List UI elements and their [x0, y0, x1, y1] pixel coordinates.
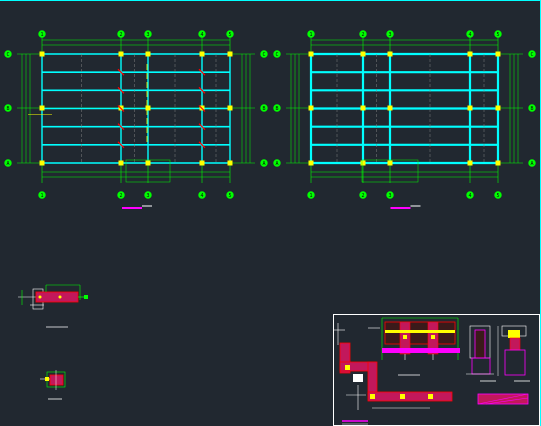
axis-label: 3	[388, 32, 391, 38]
column-icon	[308, 51, 314, 57]
axis-bubble-icon: 1	[38, 191, 46, 199]
axis-label: B	[530, 106, 533, 112]
axis-bubble-icon: 4	[466, 191, 474, 199]
axis-label: 4	[468, 32, 471, 38]
axis-label: B	[6, 106, 9, 112]
axis-label: C	[6, 52, 9, 58]
axis-label: B	[262, 106, 265, 112]
column-icon	[118, 160, 124, 166]
axis-label: 3	[146, 32, 149, 38]
column-icon	[308, 160, 314, 166]
axis-label: 3	[388, 193, 391, 199]
axis-bubble-icon: 4	[198, 30, 206, 38]
axis-bubble-icon: 5	[226, 30, 234, 38]
axis-bubble-icon: A	[528, 159, 536, 167]
axis-bubble-icon: 5	[226, 191, 234, 199]
axis-label: A	[6, 161, 9, 167]
column-icon	[39, 160, 45, 166]
column-icon	[308, 105, 314, 111]
axis-bubble-icon: C	[4, 50, 12, 58]
axis-bubble-icon: 3	[386, 30, 394, 38]
axis-bubble-icon: 1	[307, 30, 315, 38]
axis-bubble-icon: B	[273, 104, 281, 112]
axis-label: 3	[146, 193, 149, 199]
axis-bubble-icon: A	[4, 159, 12, 167]
axis-label: 5	[496, 193, 499, 199]
column-icon	[360, 105, 366, 111]
axis-bubble-icon: 3	[144, 30, 152, 38]
axis-label: 2	[361, 193, 364, 199]
axis-bubble-icon: A	[273, 159, 281, 167]
axis-label: 1	[309, 32, 312, 38]
axis-bubble-icon: 2	[117, 191, 125, 199]
axis-label: 5	[228, 193, 231, 199]
axis-bubble-icon: 2	[359, 191, 367, 199]
axis-label: 5	[228, 32, 231, 38]
column-icon	[145, 51, 151, 57]
axis-bubble-icon: 1	[38, 30, 46, 38]
axis-bubble-icon: 3	[144, 191, 152, 199]
column-icon	[467, 160, 473, 166]
column-icon	[387, 105, 393, 111]
axis-label: 1	[40, 32, 43, 38]
column-icon	[199, 160, 205, 166]
axis-bubble-icon: 5	[494, 30, 502, 38]
axis-bubble-icon: B	[528, 104, 536, 112]
column-icon	[495, 105, 501, 111]
column-icon	[387, 51, 393, 57]
column-icon	[467, 51, 473, 57]
axis-bubble-icon: 4	[198, 191, 206, 199]
column-icon	[145, 105, 151, 111]
column-icon	[360, 160, 366, 166]
model-space-background	[0, 0, 541, 426]
axis-label: 5	[496, 32, 499, 38]
axis-bubble-icon: 5	[494, 191, 502, 199]
column-icon	[495, 160, 501, 166]
axis-bubble-icon: 2	[359, 30, 367, 38]
axis-bubble-icon: C	[273, 50, 281, 58]
axis-label: 4	[468, 193, 471, 199]
column-icon	[495, 51, 501, 57]
column-icon	[199, 51, 205, 57]
axis-bubble-icon: C	[528, 50, 536, 58]
axis-label: 2	[119, 193, 122, 199]
axis-label: 2	[361, 32, 364, 38]
axis-label: A	[262, 161, 265, 167]
axis-label: A	[275, 161, 278, 167]
column-icon	[227, 105, 233, 111]
axis-bubble-icon: B	[260, 104, 268, 112]
axis-bubble-icon: 3	[386, 191, 394, 199]
axis-bubble-icon: C	[260, 50, 268, 58]
axis-label: B	[275, 106, 278, 112]
axis-bubble-icon: 1	[307, 191, 315, 199]
axis-bubble-icon: 4	[466, 30, 474, 38]
axis-label: 2	[119, 32, 122, 38]
axis-label: 1	[40, 193, 43, 199]
column-icon	[145, 160, 151, 166]
column-icon	[39, 51, 45, 57]
axis-bubble-icon: A	[260, 159, 268, 167]
column-icon	[39, 105, 45, 111]
column-icon	[118, 51, 124, 57]
axis-label: C	[530, 52, 533, 58]
column-icon	[227, 51, 233, 57]
axis-label: 4	[200, 193, 203, 199]
column-icon	[360, 51, 366, 57]
axis-label: 4	[200, 32, 203, 38]
column-icon	[227, 160, 233, 166]
axis-label: C	[262, 52, 265, 58]
axis-label: 1	[309, 193, 312, 199]
axis-label: C	[275, 52, 278, 58]
axis-label: A	[530, 161, 533, 167]
axis-bubble-icon: 2	[117, 30, 125, 38]
cad-drawing-canvas[interactable]: 1 2 3 4 5 1 2 3 4 5 C C B B A A 1 2 3 4 5 1 2 3 4 5 C C B B A A	[0, 0, 541, 426]
column-icon	[387, 160, 393, 166]
axis-bubble-icon: B	[4, 104, 12, 112]
column-icon	[467, 105, 473, 111]
